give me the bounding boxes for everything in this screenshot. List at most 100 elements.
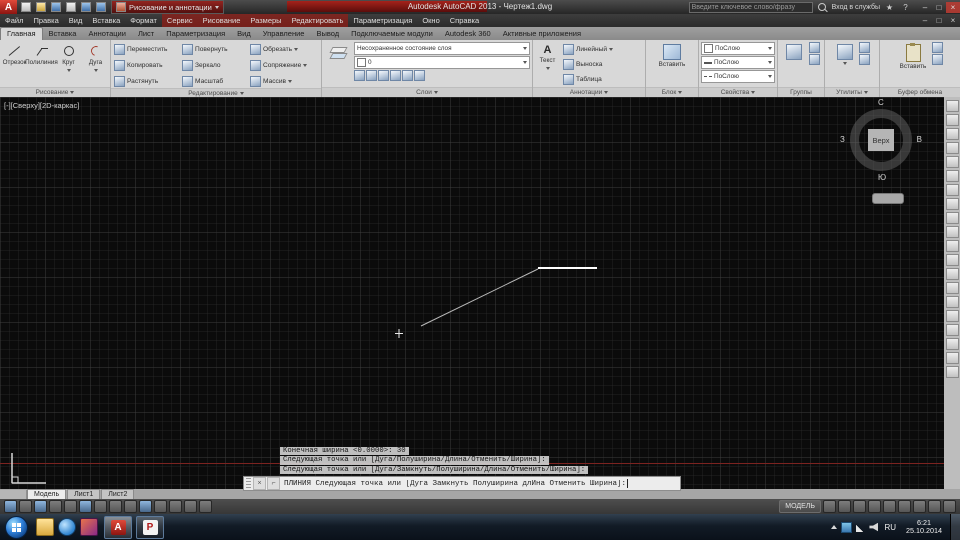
lineweight-display-icon[interactable]: [154, 500, 167, 513]
tab-model[interactable]: Модель: [27, 489, 67, 499]
maximize-button[interactable]: □: [932, 2, 946, 13]
zoom-icon[interactable]: [868, 500, 881, 513]
viewcube-east[interactable]: В: [917, 135, 922, 144]
tab-insert[interactable]: Вставка: [43, 28, 83, 40]
side-toolbar-button[interactable]: [945, 240, 959, 252]
drawing-minimize-button[interactable]: –: [918, 16, 932, 26]
fillet-button[interactable]: Сопряжение: [249, 58, 315, 72]
panel-layers-label[interactable]: Слои: [322, 87, 532, 97]
ungroup-icon[interactable]: [809, 42, 820, 53]
menu-help[interactable]: Справка: [445, 14, 484, 27]
quick-properties-icon[interactable]: [184, 500, 197, 513]
media-player-icon[interactable]: [80, 518, 98, 536]
toolbar-lock-icon[interactable]: [928, 500, 941, 513]
menu-format[interactable]: Формат: [125, 14, 162, 27]
menu-edit[interactable]: Правка: [28, 14, 63, 27]
side-toolbar-button[interactable]: [945, 296, 959, 308]
tab-plugins[interactable]: Подключаемые модули: [345, 28, 439, 40]
dynamic-ucs-icon[interactable]: [124, 500, 137, 513]
menu-modify[interactable]: Редактировать: [286, 14, 349, 27]
side-toolbar-button[interactable]: [945, 142, 959, 154]
group-edit-icon[interactable]: [809, 54, 820, 65]
command-close-icon[interactable]: ×: [253, 477, 266, 490]
layer-dropdown[interactable]: 0: [354, 56, 530, 69]
side-toolbar-button[interactable]: [945, 100, 959, 112]
qat-plot-icon[interactable]: [64, 2, 77, 13]
annotation-scale-icon[interactable]: [898, 500, 911, 513]
quick-select-icon[interactable]: [859, 42, 870, 53]
copy-button[interactable]: Копировать: [113, 58, 179, 72]
tab-output[interactable]: Вывод: [310, 28, 345, 40]
viewcube-north[interactable]: С: [878, 98, 884, 107]
side-toolbar-button[interactable]: [945, 170, 959, 182]
workspace-switch-icon[interactable]: [913, 500, 926, 513]
layer-prev-icon[interactable]: [414, 70, 425, 81]
minimize-button[interactable]: –: [918, 2, 932, 13]
layer-properties-button[interactable]: [324, 42, 352, 87]
polar-tracking-icon[interactable]: [64, 500, 77, 513]
side-toolbar-button[interactable]: [945, 352, 959, 364]
side-toolbar-button[interactable]: [945, 268, 959, 280]
side-toolbar-button[interactable]: [945, 254, 959, 266]
viewcube-south[interactable]: Ю: [878, 173, 886, 182]
network-icon[interactable]: [856, 522, 866, 532]
object-track-icon[interactable]: [109, 500, 122, 513]
side-toolbar-button[interactable]: [945, 184, 959, 196]
tab-featured-apps[interactable]: Активные приложения: [497, 28, 587, 40]
drawing-close-button[interactable]: ×: [946, 16, 960, 26]
model-space-button[interactable]: МОДЕЛЬ: [779, 500, 821, 513]
move-button[interactable]: Переместить: [113, 42, 179, 56]
panel-annotation-label[interactable]: Аннотации: [533, 87, 645, 97]
command-line[interactable]: × ⌐ ПЛИНИЯ Следующая точка или [Дуга Зам…: [243, 476, 681, 491]
tab-home[interactable]: Главная: [0, 27, 43, 40]
side-toolbar-button[interactable]: [945, 338, 959, 350]
side-toolbar-button[interactable]: [945, 114, 959, 126]
layer-match-icon[interactable]: [402, 70, 413, 81]
infer-constraints-icon[interactable]: [4, 500, 17, 513]
panel-modify-label[interactable]: Редактирование: [111, 88, 321, 97]
table-button[interactable]: Таблица: [562, 72, 643, 86]
side-toolbar-button[interactable]: [945, 324, 959, 336]
paste-button[interactable]: Вставить: [896, 42, 930, 87]
side-toolbar-button[interactable]: [945, 128, 959, 140]
copy-clip-icon[interactable]: [932, 54, 943, 65]
lineweight-dropdown[interactable]: ПоСлою: [701, 56, 775, 69]
quickview-layouts-icon[interactable]: [838, 500, 851, 513]
tab-layout[interactable]: Лист: [132, 28, 160, 40]
group-button[interactable]: [781, 42, 807, 87]
language-indicator[interactable]: RU: [882, 523, 898, 532]
measure-button[interactable]: [833, 42, 857, 87]
menu-file[interactable]: Файл: [0, 14, 28, 27]
quick-calc-icon[interactable]: [859, 54, 870, 65]
viewcube-west[interactable]: З: [840, 135, 845, 144]
pan-icon[interactable]: [853, 500, 866, 513]
panel-utilities-label[interactable]: Утилиты: [825, 87, 879, 97]
side-toolbar-button[interactable]: [945, 198, 959, 210]
layer-isolate-icon[interactable]: [366, 70, 377, 81]
viewcube-top-face[interactable]: Верх: [868, 129, 894, 151]
quickview-drawings-icon[interactable]: [823, 500, 836, 513]
polyline-button[interactable]: Полилиния: [25, 42, 58, 87]
line-button[interactable]: Отрезок: [2, 42, 27, 87]
ortho-icon[interactable]: [49, 500, 62, 513]
dimension-button[interactable]: Линейный: [562, 42, 643, 56]
layer-state-dropdown[interactable]: Несохраненное состояние слоя: [354, 42, 530, 55]
command-prompt[interactable]: ПЛИНИЯ Следующая точка или [Дуга Замкнут…: [281, 480, 626, 488]
command-drag-handle[interactable]: [246, 478, 251, 489]
action-center-icon[interactable]: [841, 521, 853, 533]
insert-block-button[interactable]: Вставить: [655, 42, 689, 87]
panel-block-label[interactable]: Блок: [646, 87, 698, 97]
mirror-button[interactable]: Зеркало: [181, 58, 247, 72]
panel-properties-label[interactable]: Свойства: [699, 87, 777, 97]
search-input[interactable]: [688, 1, 813, 13]
side-toolbar-button[interactable]: [945, 310, 959, 322]
side-toolbar-button[interactable]: [945, 366, 959, 378]
tab-layout1[interactable]: Лист1: [67, 489, 101, 499]
scale-button[interactable]: Масштаб: [181, 74, 247, 88]
taskbar-app-p-button[interactable]: Р: [136, 515, 164, 539]
panel-groups-label[interactable]: Группы: [778, 87, 824, 97]
stretch-button[interactable]: Растянуть: [113, 74, 179, 88]
viewcube[interactable]: С Ю З В Верх: [840, 98, 922, 182]
menu-window[interactable]: Окно: [417, 14, 444, 27]
tab-view[interactable]: Вид: [231, 28, 257, 40]
